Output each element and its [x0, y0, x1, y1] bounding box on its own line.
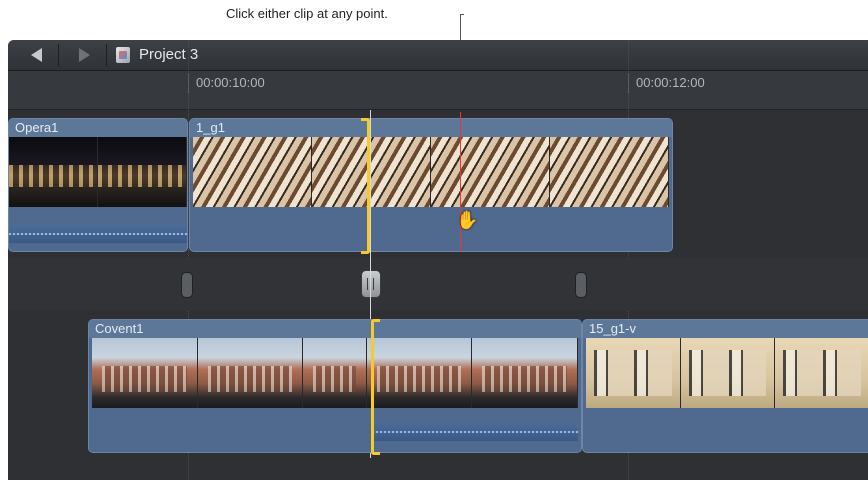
video-thumbnail	[303, 338, 367, 408]
callout-text: Click either clip at any point.	[226, 6, 388, 21]
connection-lane	[8, 258, 868, 310]
hand-pointer-icon: ✋	[456, 210, 479, 230]
trim-bracket-icon[interactable]	[371, 319, 380, 455]
clip-header: Covent1	[89, 320, 581, 338]
clip-name: Opera1	[15, 120, 59, 135]
video-thumbnail	[92, 338, 198, 408]
clip-thumbnails	[92, 338, 578, 408]
video-thumbnail	[312, 137, 431, 207]
video-thumbnail	[98, 137, 187, 207]
video-thumbnail	[472, 338, 578, 408]
clip-header: Opera1	[9, 119, 187, 137]
timeline-toolbar: Project 3	[8, 40, 868, 71]
grip-icon	[367, 278, 375, 290]
clip-1-g1[interactable]: 1_g1	[189, 118, 673, 252]
clip-opera1[interactable]: Opera1	[8, 118, 188, 252]
forward-button[interactable]	[70, 44, 98, 66]
timecode-ruler[interactable]: 00:00:10:00 00:00:12:00	[8, 71, 868, 110]
video-thumbnail	[586, 338, 681, 408]
clip-connection-handle[interactable]	[181, 272, 193, 298]
clip-name: Covent1	[95, 321, 144, 336]
clip-name: 15_g1-v	[589, 321, 636, 336]
video-thumbnail	[193, 137, 312, 207]
clip-header: 15_g1-v	[583, 320, 868, 338]
clip-header: 1_g1	[190, 119, 672, 137]
clip-thumbnails	[9, 137, 187, 207]
video-thumbnail	[775, 338, 868, 408]
selected-edit-point-handle[interactable]	[361, 270, 381, 298]
video-thumbnail	[366, 338, 473, 408]
video-thumbnail	[680, 338, 776, 408]
toolbar-divider	[58, 44, 59, 66]
timeline-window: Project 3 00:00:10:00 00:00:12:00 Opera1…	[8, 40, 868, 480]
video-thumbnail	[431, 137, 550, 207]
callout-leader-tick	[460, 14, 464, 15]
toolbar-divider	[106, 44, 107, 66]
clip-covent1[interactable]: Covent1	[88, 319, 582, 453]
clip-thumbnails	[193, 137, 669, 207]
audio-waveform	[372, 423, 578, 441]
forward-arrow-icon	[78, 48, 90, 62]
clip-name: 1_g1	[196, 120, 225, 135]
video-thumbnail	[550, 137, 669, 207]
back-button[interactable]	[22, 44, 50, 66]
back-arrow-icon	[30, 48, 42, 62]
project-icon	[116, 47, 130, 63]
ruler-label: 00:00:10:00	[196, 75, 265, 90]
clip-15-g1-v[interactable]: 15_g1-v	[582, 319, 868, 453]
audio-waveform	[9, 225, 187, 243]
video-thumbnail	[197, 338, 304, 408]
video-thumbnail	[9, 137, 98, 207]
playhead-line[interactable]	[460, 112, 461, 252]
clip-thumbnails	[586, 338, 868, 408]
ruler-label: 00:00:12:00	[636, 75, 705, 90]
trim-bracket-icon[interactable]	[361, 118, 370, 254]
clip-connection-handle[interactable]	[575, 272, 587, 298]
